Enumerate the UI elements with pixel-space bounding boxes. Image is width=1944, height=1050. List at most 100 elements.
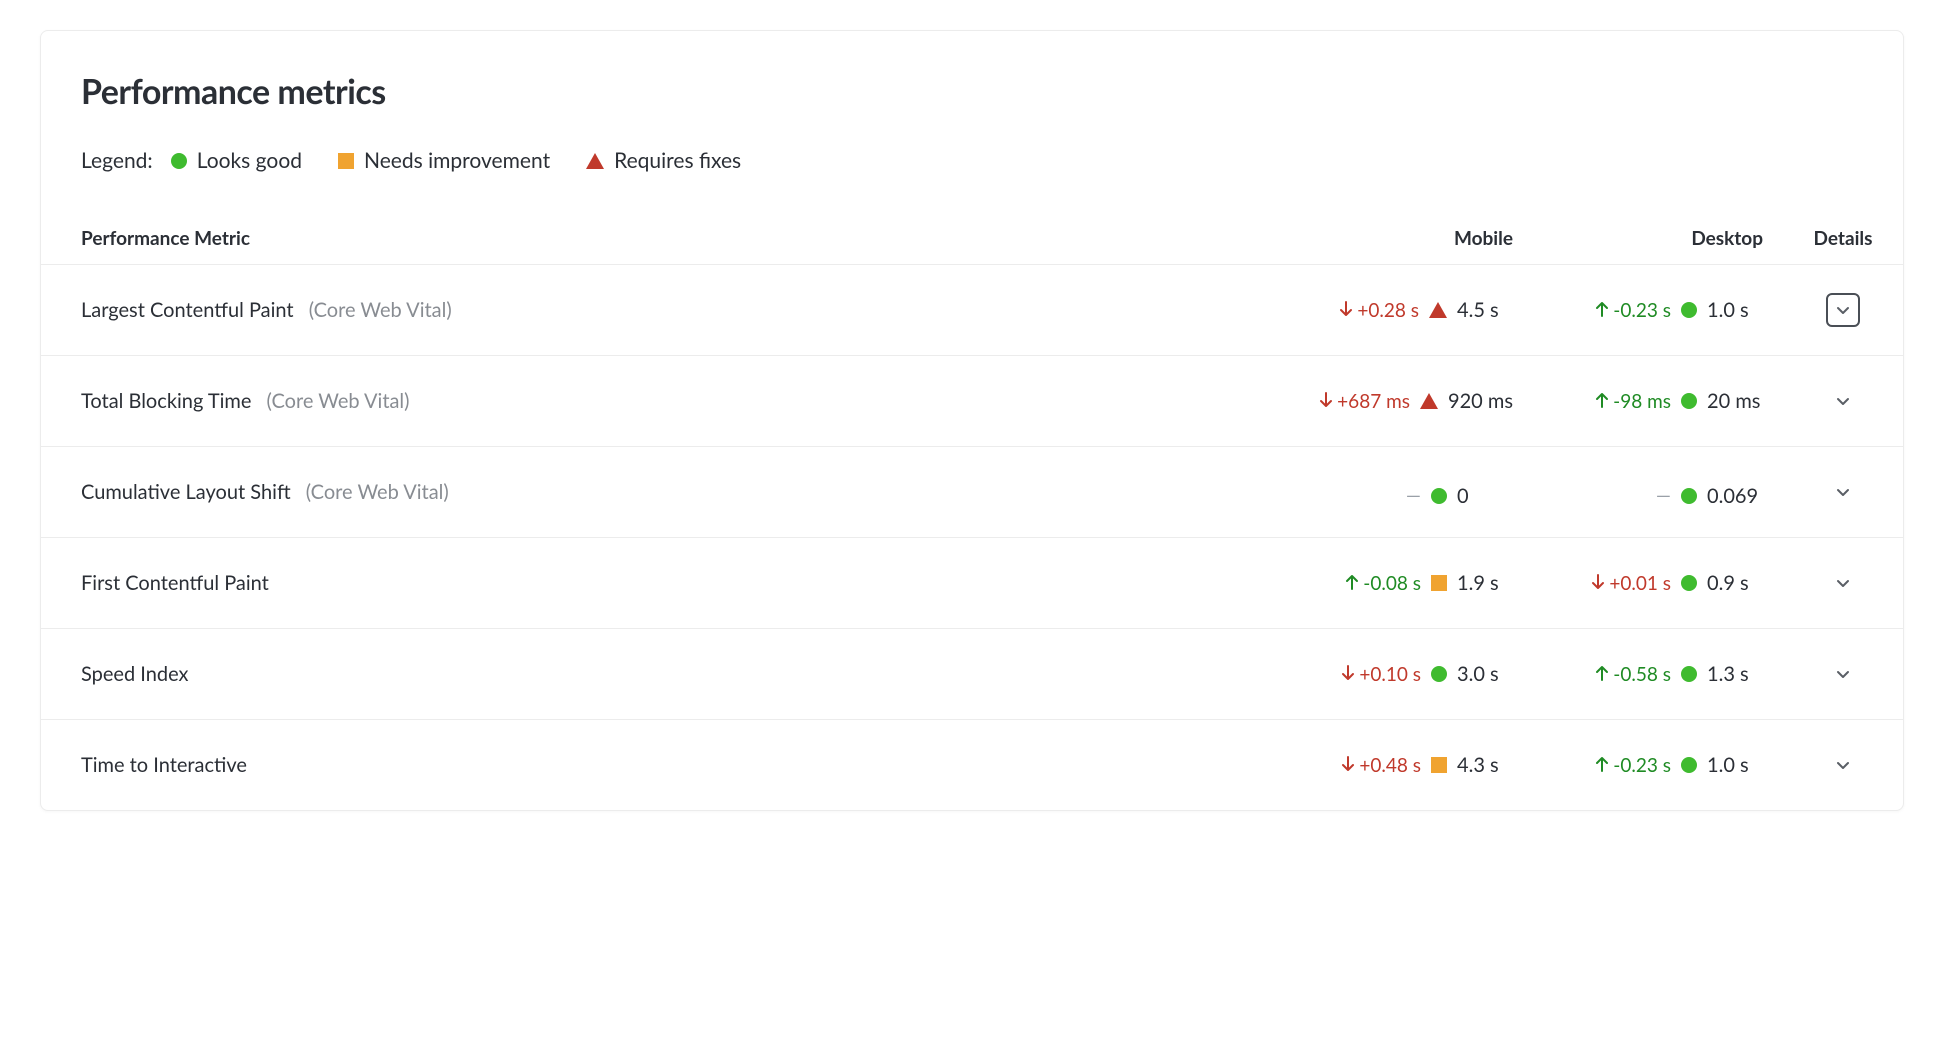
metric-name-cell: Total Blocking Time (Core Web Vital) bbox=[41, 356, 1283, 447]
desktop-cell: +0.01 s 0.9 s bbox=[1533, 538, 1783, 629]
expand-row-button[interactable] bbox=[1826, 748, 1860, 782]
mobile-delta: +0.28 s bbox=[1339, 299, 1419, 322]
chevron-down-icon bbox=[1835, 484, 1851, 500]
legend-item-fixes: Requires fixes bbox=[586, 148, 741, 173]
details-cell bbox=[1783, 265, 1903, 356]
mobile-delta-value: +0.28 s bbox=[1357, 299, 1419, 322]
legend-good-text: Looks good bbox=[197, 148, 302, 173]
metric-name-cell: Time to Interactive bbox=[41, 720, 1283, 811]
metric-name-cell: First Contentful Paint bbox=[41, 538, 1283, 629]
metric-name: Total Blocking Time bbox=[81, 389, 251, 413]
details-cell bbox=[1783, 447, 1903, 538]
arrow-down-icon bbox=[1341, 754, 1355, 777]
desktop-delta: -0.23 s bbox=[1595, 299, 1671, 322]
desktop-cell: -98 ms20 ms bbox=[1533, 356, 1783, 447]
desktop-metric: -98 ms20 ms bbox=[1595, 389, 1763, 413]
desktop-metric: — 0.069 bbox=[1652, 484, 1763, 508]
circle-green-icon bbox=[1431, 488, 1447, 504]
circle-green-icon bbox=[1431, 666, 1447, 682]
core-web-vital-tag: (Core Web Vital) bbox=[306, 480, 449, 504]
desktop-cell: -0.23 s 1.0 s bbox=[1533, 265, 1783, 356]
desktop-value: 0.069 bbox=[1707, 484, 1763, 508]
mobile-delta-value: — bbox=[1406, 484, 1421, 507]
metric-name: Largest Contentful Paint bbox=[81, 298, 294, 322]
mobile-delta: +0.48 s bbox=[1341, 754, 1421, 777]
triangle-red-icon bbox=[586, 153, 604, 169]
expand-row-button[interactable] bbox=[1826, 384, 1860, 418]
chevron-down-icon bbox=[1835, 666, 1851, 682]
desktop-metric: -0.58 s 1.3 s bbox=[1595, 662, 1763, 686]
arrow-down-icon bbox=[1591, 572, 1605, 595]
details-cell bbox=[1783, 538, 1903, 629]
circle-green-icon bbox=[1681, 302, 1697, 318]
mobile-metric: -0.08 s 1.9 s bbox=[1345, 571, 1513, 595]
table-row: Largest Contentful Paint (Core Web Vital… bbox=[41, 265, 1903, 356]
table-row: Total Blocking Time (Core Web Vital)+687… bbox=[41, 356, 1903, 447]
expand-row-button[interactable] bbox=[1826, 566, 1860, 600]
square-orange-icon bbox=[1431, 757, 1447, 773]
desktop-delta: -98 ms bbox=[1595, 390, 1671, 413]
legend-improve-text: Needs improvement bbox=[364, 148, 550, 173]
mobile-cell: +0.48 s 4.3 s bbox=[1283, 720, 1533, 811]
performance-metrics-card: Performance metrics Legend: Looks good N… bbox=[40, 30, 1904, 811]
arrow-down-icon bbox=[1341, 663, 1355, 686]
desktop-cell: -0.58 s 1.3 s bbox=[1533, 629, 1783, 720]
mobile-value: 1.9 s bbox=[1457, 571, 1513, 595]
desktop-delta: -0.23 s bbox=[1595, 754, 1671, 777]
square-orange-icon bbox=[1431, 575, 1447, 591]
core-web-vital-tag: (Core Web Vital) bbox=[267, 389, 410, 413]
desktop-metric: -0.23 s 1.0 s bbox=[1595, 298, 1763, 322]
core-web-vital-tag: (Core Web Vital) bbox=[309, 298, 452, 322]
metrics-table: Performance Metric Mobile Desktop Detail… bbox=[41, 213, 1903, 810]
mobile-delta: -0.08 s bbox=[1345, 572, 1421, 595]
metric-name: Speed Index bbox=[81, 662, 188, 686]
mobile-value: 4.3 s bbox=[1457, 753, 1513, 777]
page-title: Performance metrics bbox=[41, 71, 1903, 112]
desktop-delta-value: -0.23 s bbox=[1613, 754, 1671, 777]
expand-row-button[interactable] bbox=[1826, 657, 1860, 691]
mobile-cell: —0 bbox=[1283, 447, 1533, 538]
mobile-delta: +687 ms bbox=[1319, 390, 1410, 413]
circle-green-icon bbox=[1681, 757, 1697, 773]
circle-green-icon bbox=[171, 153, 187, 169]
desktop-value: 1.0 s bbox=[1707, 298, 1763, 322]
square-orange-icon bbox=[338, 153, 354, 169]
desktop-delta-value: -0.58 s bbox=[1613, 663, 1671, 686]
circle-green-icon bbox=[1681, 666, 1697, 682]
chevron-down-icon bbox=[1835, 757, 1851, 773]
table-row: Time to Interactive +0.48 s 4.3 s -0.23 s1.… bbox=[41, 720, 1903, 811]
arrow-up-icon bbox=[1595, 390, 1609, 413]
desktop-value: 0.9 s bbox=[1707, 571, 1763, 595]
details-cell bbox=[1783, 720, 1903, 811]
mobile-delta-value: +687 ms bbox=[1337, 390, 1410, 413]
mobile-metric: —0 bbox=[1402, 484, 1513, 508]
circle-green-icon bbox=[1681, 575, 1697, 591]
desktop-metric: +0.01 s 0.9 s bbox=[1591, 571, 1763, 595]
desktop-delta-value: -98 ms bbox=[1613, 390, 1671, 413]
table-row: Speed Index +0.10 s 3.0 s -0.58 s 1.3 s bbox=[41, 629, 1903, 720]
expand-row-button[interactable] bbox=[1826, 475, 1860, 509]
chevron-down-icon bbox=[1835, 575, 1851, 591]
metric-name-cell: Speed Index bbox=[41, 629, 1283, 720]
mobile-cell: -0.08 s 1.9 s bbox=[1283, 538, 1533, 629]
mobile-value: 920 ms bbox=[1448, 389, 1513, 413]
col-header-mobile: Mobile bbox=[1283, 213, 1533, 265]
col-header-details: Details bbox=[1783, 213, 1903, 265]
desktop-metric: -0.23 s1.0 s bbox=[1595, 753, 1763, 777]
chevron-down-icon bbox=[1835, 393, 1851, 409]
mobile-cell: +687 ms 920 ms bbox=[1283, 356, 1533, 447]
desktop-delta-value: +0.01 s bbox=[1609, 572, 1671, 595]
desktop-delta-value: — bbox=[1656, 484, 1671, 507]
desktop-delta: +0.01 s bbox=[1591, 572, 1671, 595]
desktop-cell: — 0.069 bbox=[1533, 447, 1783, 538]
desktop-value: 1.3 s bbox=[1707, 662, 1763, 686]
mobile-value: 3.0 s bbox=[1457, 662, 1513, 686]
legend-item-good: Looks good bbox=[171, 148, 302, 173]
mobile-metric: +0.10 s 3.0 s bbox=[1341, 662, 1513, 686]
mobile-delta: +0.10 s bbox=[1341, 663, 1421, 686]
metric-name-cell: Cumulative Layout Shift (Core Web Vital) bbox=[41, 447, 1283, 538]
expand-row-button[interactable] bbox=[1826, 293, 1860, 327]
circle-green-icon bbox=[1681, 393, 1697, 409]
metric-name-cell: Largest Contentful Paint (Core Web Vital… bbox=[41, 265, 1283, 356]
details-cell bbox=[1783, 356, 1903, 447]
